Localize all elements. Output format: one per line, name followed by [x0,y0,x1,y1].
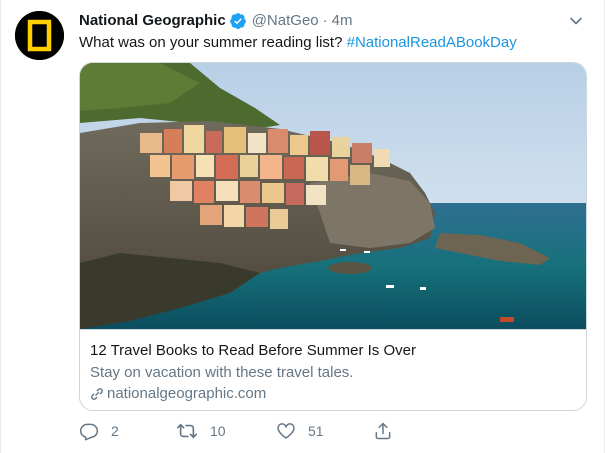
reply-icon [79,423,99,441]
chevron-down-icon[interactable] [568,13,584,29]
link-icon [91,388,103,400]
share-icon [375,422,391,440]
header-separator: · [322,12,328,29]
tweet-body-text: What was on your summer reading list? [79,34,347,51]
tweet-actions: 2 10 51 [79,420,479,442]
tweet-text: What was on your summer reading list? #N… [79,33,590,53]
coastal-village-photo [80,63,586,329]
hashtag-link[interactable]: #NationalReadABookDay [347,34,517,51]
card-body[interactable]: 12 Travel Books to Read Before Summer Is… [90,341,576,404]
tweet-header: National Geographic @NatGeo · 4m [79,11,584,31]
retweet-icon [176,423,198,439]
link-card[interactable]: 12 Travel Books to Read Before Summer Is… [79,62,587,411]
card-description: Stay on vacation with these travel tales… [90,364,354,381]
author-handle[interactable]: @NatGeo [252,11,319,31]
card-divider [80,329,586,330]
card-title[interactable]: 12 Travel Books to Read Before Summer Is… [90,341,576,361]
like-count: 51 [308,423,324,439]
like-button[interactable]: 51 [276,420,324,442]
card-domain-text: nationalgeographic.com [107,385,267,402]
reply-count: 2 [111,423,119,439]
heart-icon [277,423,295,439]
avatar[interactable] [15,11,64,60]
reply-button[interactable]: 2 [79,420,119,442]
retweet-count: 10 [210,423,226,439]
card-image[interactable] [80,63,586,329]
author-name[interactable]: National Geographic [79,11,226,31]
card-domain[interactable]: nationalgeographic.com [90,384,576,404]
verified-badge-icon [229,13,246,29]
tweet-timestamp[interactable]: 4m [332,11,353,31]
tweet[interactable]: National Geographic @NatGeo · 4m What wa… [0,0,605,453]
share-button[interactable] [373,420,393,442]
retweet-button[interactable]: 10 [176,420,226,442]
natgeo-logo-icon [15,11,64,60]
